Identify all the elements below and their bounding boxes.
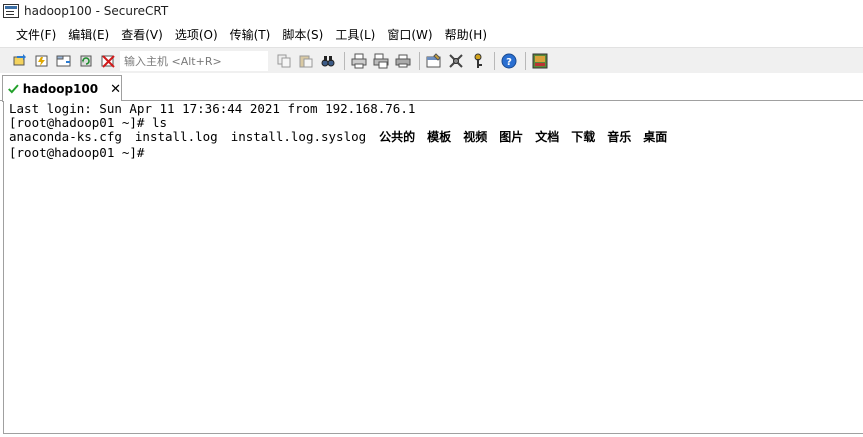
title-bar: hadoop100 - SecureCRT [0,0,863,22]
toolbar-separator [525,51,526,70]
ls-file: anaconda-ks.cfg [9,129,122,144]
menu-edit[interactable]: 编辑(E) [62,26,115,43]
reconnect-icon[interactable] [76,51,96,71]
print-setup-icon[interactable] [349,51,369,71]
copy-icon[interactable] [274,51,294,71]
ls-directory: 音乐 [607,130,632,144]
session-tab-strip: hadoop100 ✕ [0,73,863,102]
window-title: hadoop100 - SecureCRT [24,4,169,18]
terminal-line-login: Last login: Sun Apr 11 17:36:44 2021 fro… [9,101,416,116]
toolbar-separator [419,51,420,70]
print-icon[interactable] [393,51,413,71]
menu-help[interactable]: 帮助(H) [439,26,493,43]
paste-icon[interactable] [296,51,316,71]
ls-directory: 下载 [571,130,596,144]
connect-icon[interactable] [10,51,30,71]
securecrt-app-icon[interactable] [3,4,19,18]
menu-bar: 文件(F) 编辑(E) 查看(V) 选项(O) 传输(T) 脚本(S) 工具(L… [0,22,863,46]
ls-file: install.log.syslog [230,129,367,144]
global-options-icon[interactable] [446,51,466,71]
menu-view[interactable]: 查看(V) [115,26,169,43]
terminal-line-command: [root@hadoop01 ~]# ls [9,115,168,130]
terminal-prompt: [root@hadoop01 ~]# [9,145,152,160]
tab-hadoop100[interactable]: hadoop100 ✕ [2,75,122,102]
menu-window[interactable]: 窗口(W) [381,26,438,43]
toolbar-separator [494,51,495,70]
ls-directory: 公共的 [379,130,416,144]
svg-text:?: ? [506,57,512,68]
menu-tools[interactable]: 工具(L) [329,26,381,43]
ls-directory: 图片 [499,130,524,144]
ls-directory: 模板 [427,130,452,144]
quick-connect-icon[interactable] [32,51,52,71]
quick-connect-input[interactable]: 输入主机 <Alt+R> [120,50,268,71]
terminal-cursor [152,144,160,157]
disconnect-icon[interactable] [98,51,118,71]
menu-options[interactable]: 选项(O) [169,26,224,43]
sftp-icon[interactable] [530,51,550,71]
help-icon[interactable]: ? [499,51,519,71]
menu-transfer[interactable]: 传输(T) [224,26,277,43]
toolbar-separator [344,51,345,70]
terminal-screen[interactable]: Last login: Sun Apr 11 17:36:44 2021 fro… [3,101,863,434]
connected-check-icon [8,84,19,94]
ls-directory: 视频 [463,130,488,144]
tab-label: hadoop100 [22,82,99,96]
tab-close-icon[interactable]: ✕ [110,83,121,96]
print-selection-icon[interactable] [371,51,391,71]
menu-script[interactable]: 脚本(S) [276,26,329,43]
keymap-icon[interactable] [468,51,488,71]
connect-tab-icon[interactable] [54,51,74,71]
session-options-icon[interactable] [424,51,444,71]
menu-file[interactable]: 文件(F) [10,26,62,43]
ls-directory: 文档 [535,130,560,144]
terminal-line-ls-output: anaconda-ks.cfg install.log install.log.sy… [9,129,863,145]
find-icon[interactable] [318,51,338,71]
ls-directory: 桌面 [643,130,668,144]
terminal-line-prompt: [root@hadoop01 ~]# [9,144,863,160]
ls-file: install.log [134,129,218,144]
toolbar: 输入主机 <Alt+R> ? [0,47,863,73]
